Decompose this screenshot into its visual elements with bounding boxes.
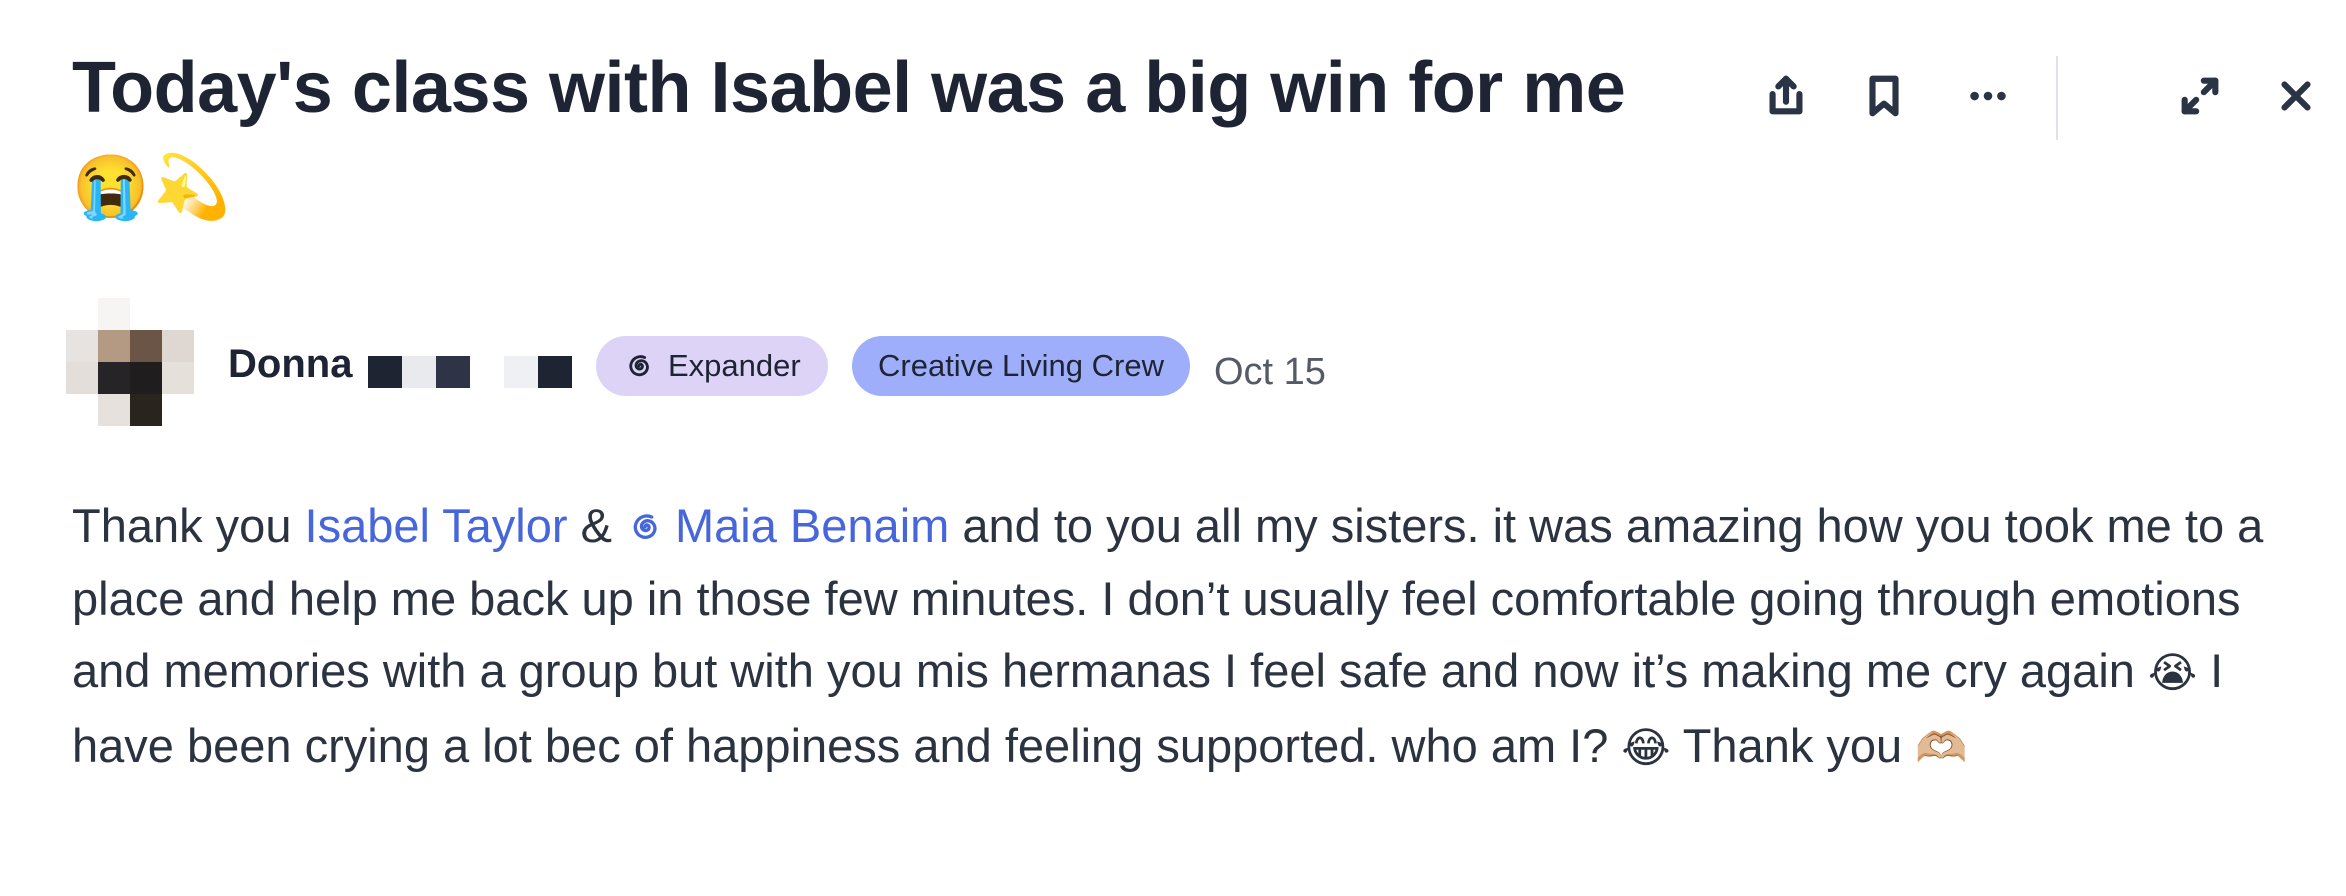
level-badge: Expander (596, 336, 828, 396)
post-toolbar (1646, 56, 2346, 140)
spiral-icon (633, 514, 657, 540)
body-text: Thank you (72, 499, 305, 552)
post-title-text: Today's class with Isabel was a big win … (72, 48, 1626, 128)
mention-isabel-taylor[interactable]: Isabel Taylor (305, 499, 568, 552)
more-icon (1970, 91, 2006, 101)
expand-button[interactable] (2160, 56, 2240, 136)
share-button[interactable] (1746, 56, 1826, 136)
share-icon (1769, 75, 1803, 115)
more-options-button[interactable] (1948, 56, 2028, 136)
bookmark-icon (1869, 75, 1899, 117)
level-badge-label: Expander (668, 348, 801, 383)
laughing-emoji: 😂 (1621, 723, 1671, 771)
post-date: Oct 15 (1214, 351, 1326, 393)
author-row: Donna Expander Creative Living Crew Oct … (66, 298, 1866, 426)
group-badge[interactable]: Creative Living Crew (852, 336, 1190, 396)
author-name[interactable]: Donna (228, 340, 352, 388)
post-modal: Today's class with Isabel was a big win … (0, 0, 2346, 896)
post-body: Thank you Isabel Taylor & Maia Benaim an… (72, 490, 2312, 784)
crying-emoji: 😭 (2147, 649, 2198, 696)
mention-maia-benaim[interactable]: Maia Benaim (625, 499, 949, 552)
toolbar-divider (2056, 56, 2058, 140)
expand-icon (2181, 77, 2219, 115)
mention-label: Maia Benaim (675, 499, 950, 552)
body-text: Thank you (1670, 718, 1916, 772)
close-button[interactable] (2256, 56, 2336, 136)
post-title-emoji: 😭💫 (72, 153, 235, 222)
post-title: Today's class with Isabel was a big win … (72, 40, 1672, 236)
avatar[interactable] (66, 298, 194, 426)
spiral-icon (629, 355, 649, 377)
body-text: & (567, 499, 625, 552)
heart-hands-emoji: 🫶🏼 (1915, 723, 1968, 771)
bookmark-button[interactable] (1844, 56, 1924, 136)
close-icon (2281, 81, 2311, 111)
